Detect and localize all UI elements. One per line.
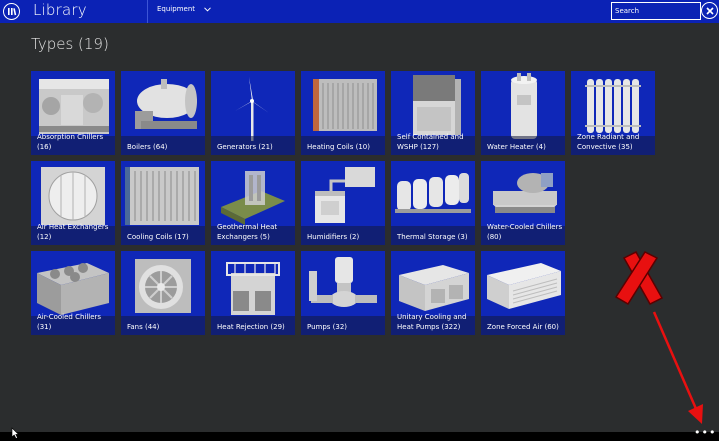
close-button[interactable] [701, 2, 718, 19]
tile-air-heat-exchangers[interactable]: Air Heat Exchangers (12) [31, 161, 115, 245]
tile-geothermal-heat-exchangers[interactable]: Geothermal Heat Exchangers (5) [211, 161, 295, 245]
tile-zone-radiant-convective[interactable]: Zone Radiant and Convective (35) [571, 71, 655, 155]
tile-label: Zone Radiant and Convective (35) [577, 133, 640, 151]
top-bar: Library Equipment [0, 0, 719, 23]
tile-water-heater[interactable]: Water Heater (4) [481, 71, 565, 155]
tile-cooling-coils[interactable]: Cooling Coils (17) [121, 161, 205, 245]
tile-pumps[interactable]: Pumps (32) [301, 251, 385, 335]
tile-air-cooled-chillers[interactable]: Air-Cooled Chillers (31) [31, 251, 115, 335]
tile-label: Water Heater (4) [487, 143, 546, 151]
equipment-dropdown[interactable]: Equipment [157, 5, 211, 13]
tile-water-cooled-chillers[interactable]: Water-Cooled Chillers (80) [481, 161, 565, 245]
tile-unitary-cooling-heat-pumps[interactable]: Unitary Cooling and Heat Pumps (322) [391, 251, 475, 335]
library-logo-icon[interactable] [3, 3, 20, 20]
tile-boilers[interactable]: Boilers (64) [121, 71, 205, 155]
tile-label: Air Heat Exchangers (12) [37, 223, 109, 241]
tile-label: Water-Cooled Chillers (80) [487, 223, 563, 241]
tile-label: Generators (21) [217, 143, 273, 151]
tile-zone-forced-air[interactable]: Zone Forced Air (60) [481, 251, 565, 335]
tile-label: Absorption Chillers (16) [37, 133, 104, 151]
search-input[interactable] [611, 2, 701, 20]
tile-label: Boilers (64) [127, 143, 168, 151]
tile-absorption-chillers[interactable]: Absorption Chillers (16) [31, 71, 115, 155]
app-title: Library [33, 1, 87, 19]
tile-heating-coils[interactable]: Heating Coils (10) [301, 71, 385, 155]
tile-label: Heating Coils (10) [307, 143, 370, 151]
tile-heat-rejection[interactable]: Heat Rejection (29) [211, 251, 295, 335]
tile-label: Pumps (32) [307, 323, 348, 331]
tile-fans[interactable]: Fans (44) [121, 251, 205, 335]
red-x-mark-icon [614, 251, 664, 306]
tile-label: Thermal Storage (3) [397, 233, 468, 241]
tile-label: Humidifiers (2) [307, 233, 360, 241]
tile-label: Geothermal Heat Exchangers (5) [217, 223, 278, 241]
types-heading: Types (19) [31, 35, 109, 53]
chevron-down-icon [204, 6, 211, 12]
tile-label: Self Contained and WSHP (127) [397, 133, 464, 151]
close-icon [705, 6, 714, 15]
tile-self-contained-wshp[interactable]: Self Contained and WSHP (127) [391, 71, 475, 155]
tile-label: Air-Cooled Chillers (31) [37, 313, 102, 331]
toolbar-divider [147, 0, 148, 23]
tile-generators[interactable]: Generators (21) [211, 71, 295, 155]
red-arrow-icon [652, 311, 703, 424]
tile-label: Cooling Coils (17) [127, 233, 189, 241]
tile-label: Fans (44) [127, 323, 160, 331]
tile-label: Zone Forced Air (60) [487, 323, 559, 331]
equipment-dropdown-label: Equipment [157, 5, 195, 13]
tile-thermal-storage[interactable]: Thermal Storage (3) [391, 161, 475, 245]
tile-label: Heat Rejection (29) [217, 323, 285, 331]
tile-label: Unitary Cooling and Heat Pumps (322) [397, 313, 467, 331]
tile-humidifiers[interactable]: Humidifiers (2) [301, 161, 385, 245]
more-dots-icon[interactable]: ••• [694, 427, 716, 438]
bottom-app-bar [0, 432, 719, 441]
mouse-cursor-icon [11, 427, 19, 439]
